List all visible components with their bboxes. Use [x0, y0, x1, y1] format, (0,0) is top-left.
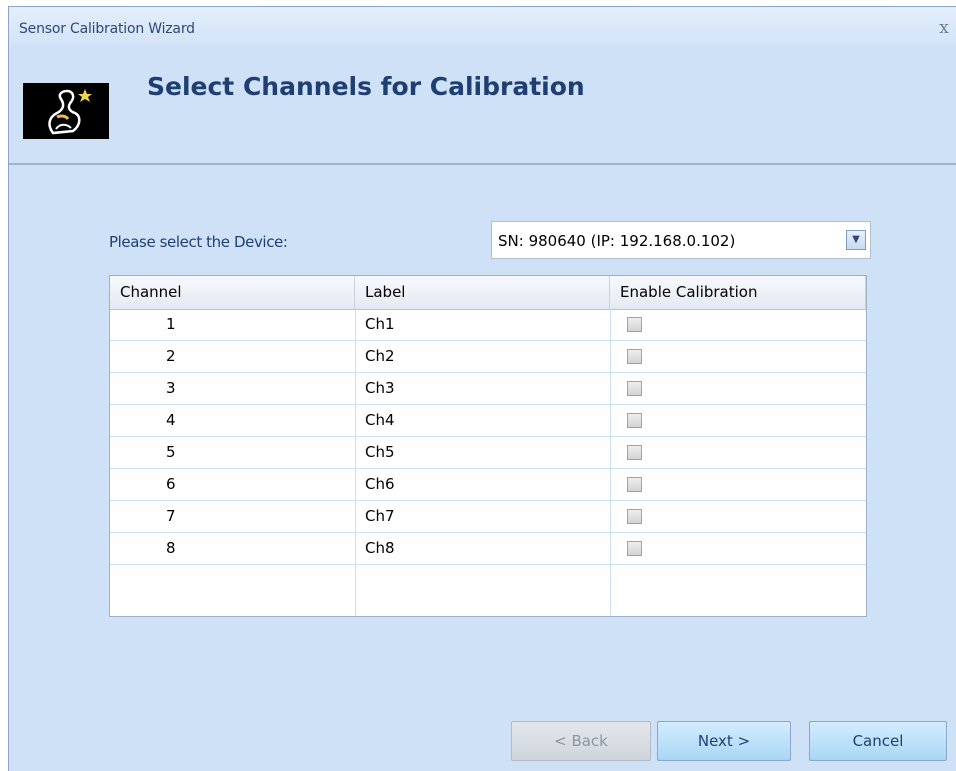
enable-calibration-checkbox[interactable] [627, 477, 642, 492]
column-header-label[interactable]: Label [355, 276, 610, 309]
channel-cell: 6 [166, 475, 176, 493]
channel-cell: 4 [166, 411, 176, 429]
channel-cell: 3 [166, 379, 176, 397]
table-row[interactable]: 4 Ch4 [110, 405, 866, 437]
channel-cell: 1 [166, 315, 176, 333]
enable-cell [610, 341, 866, 372]
device-label: Please select the Device: [109, 233, 288, 251]
label-cell[interactable]: Ch5 [355, 437, 610, 468]
new-row-placeholder[interactable] [110, 565, 866, 615]
enable-cell [610, 533, 866, 564]
label-cell[interactable]: Ch3 [355, 373, 610, 404]
enable-cell [610, 469, 866, 500]
enable-cell [610, 437, 866, 468]
channel-cell: 5 [166, 443, 176, 461]
channel-cell: 2 [166, 347, 176, 365]
column-header-enable-calibration[interactable]: Enable Calibration [610, 276, 866, 309]
enable-calibration-checkbox[interactable] [627, 509, 642, 524]
enable-calibration-checkbox[interactable] [627, 317, 642, 332]
cancel-button[interactable]: Cancel [809, 721, 947, 761]
back-button[interactable]: < Back [511, 721, 651, 761]
enable-calibration-checkbox[interactable] [627, 413, 642, 428]
enable-calibration-checkbox[interactable] [627, 381, 642, 396]
enable-calibration-checkbox[interactable] [627, 349, 642, 364]
table-row[interactable]: 8 Ch8 [110, 533, 866, 565]
table-row[interactable]: 3 Ch3 [110, 373, 866, 405]
label-cell[interactable]: Ch2 [355, 341, 610, 372]
label-cell[interactable]: Ch6 [355, 469, 610, 500]
device-select-value: SN: 980640 (IP: 192.168.0.102) [498, 232, 736, 250]
title-bar[interactable]: Sensor Calibration Wizard x [9, 7, 956, 45]
device-select[interactable]: SN: 980640 (IP: 192.168.0.102) ▼ [491, 221, 871, 259]
channel-cell: 7 [166, 507, 176, 525]
table-row[interactable]: 2 Ch2 [110, 341, 866, 373]
label-cell[interactable]: Ch8 [355, 533, 610, 564]
enable-calibration-checkbox[interactable] [627, 541, 642, 556]
column-header-channel[interactable]: Channel [110, 276, 355, 309]
enable-cell [610, 373, 866, 404]
label-cell[interactable]: Ch4 [355, 405, 610, 436]
enable-cell [610, 501, 866, 532]
enable-cell [610, 309, 866, 340]
calibration-wizard-window: Sensor Calibration Wizard x Select Chann… [8, 6, 956, 771]
label-cell[interactable]: Ch7 [355, 501, 610, 532]
window-title: Sensor Calibration Wizard [19, 21, 195, 37]
wizard-logo-icon [23, 83, 109, 139]
channel-cell: 8 [166, 539, 176, 557]
enable-cell [610, 405, 866, 436]
table-row[interactable]: 6 Ch6 [110, 469, 866, 501]
wizard-header: Select Channels for Calibration [9, 45, 956, 165]
next-button[interactable]: Next > [657, 721, 791, 761]
table-row[interactable]: 7 Ch7 [110, 501, 866, 533]
close-icon[interactable]: x [933, 17, 955, 39]
label-cell[interactable]: Ch1 [355, 309, 610, 340]
table-row[interactable]: 5 Ch5 [110, 437, 866, 469]
enable-calibration-checkbox[interactable] [627, 445, 642, 460]
grid-header: Channel Label Enable Calibration [110, 276, 866, 310]
table-row[interactable]: 1 Ch1 [110, 309, 866, 341]
channel-grid: Channel Label Enable Calibration 1 Ch1 2… [109, 275, 867, 617]
page-title: Select Channels for Calibration [147, 72, 585, 101]
chevron-down-icon[interactable]: ▼ [846, 230, 866, 250]
